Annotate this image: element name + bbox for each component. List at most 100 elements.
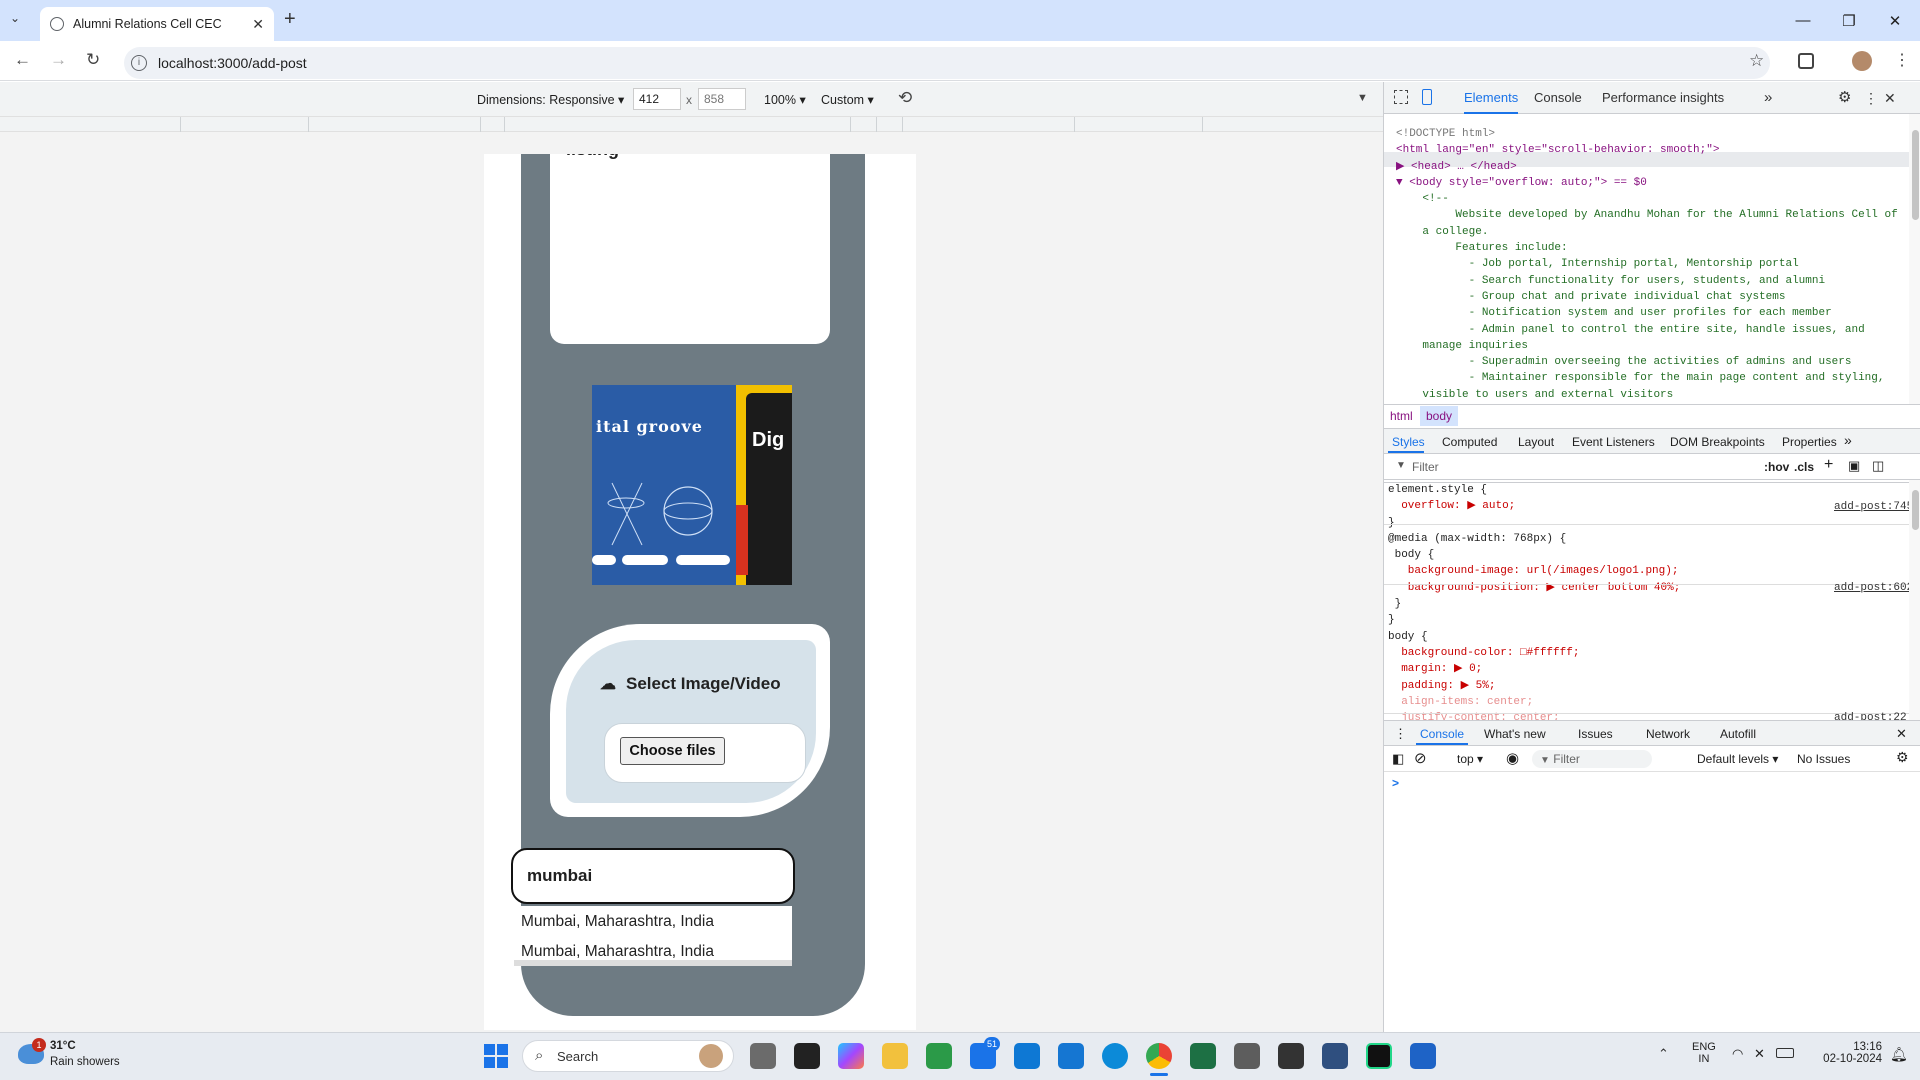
dom-line[interactable]: visible to users and external visitors xyxy=(1396,387,1898,403)
settings-gear-icon[interactable]: ⚙ xyxy=(1838,82,1851,114)
throttle-dropdown[interactable]: Custom ▾ xyxy=(821,92,874,107)
style-line[interactable]: overflow: ▶ auto; xyxy=(1388,498,1751,514)
more-tabs-icon[interactable]: » xyxy=(1764,82,1772,114)
drawer-menu-icon[interactable]: ⋮ xyxy=(1394,726,1407,742)
source-link[interactable]: add-post:22 xyxy=(1834,710,1907,720)
log-levels-dropdown[interactable]: Default levels ▾ xyxy=(1697,752,1778,766)
cls-toggle[interactable]: .cls xyxy=(1794,460,1814,474)
dom-line[interactable]: - Admin panel to control the entire site… xyxy=(1396,322,1898,338)
excel-icon[interactable] xyxy=(1190,1043,1216,1069)
minimize-icon[interactable]: — xyxy=(1780,0,1826,41)
tab-search-chevron-icon[interactable]: ⌄ xyxy=(10,11,20,25)
tab-styles[interactable]: Styles xyxy=(1392,435,1425,449)
clear-console-icon[interactable]: ⊘ xyxy=(1414,749,1427,767)
location-input[interactable]: mumbai xyxy=(511,848,795,904)
new-tab-icon[interactable]: + xyxy=(284,8,296,31)
style-line[interactable]: } xyxy=(1388,515,1751,531)
style-line[interactable]: body { xyxy=(1388,547,1751,563)
breadcrumb-body[interactable]: body xyxy=(1420,406,1459,426)
issues-counter[interactable]: No Issues xyxy=(1797,752,1850,766)
dom-line[interactable]: <!DOCTYPE html> xyxy=(1396,126,1898,142)
terminal-icon[interactable] xyxy=(794,1043,820,1069)
close-window-icon[interactable]: ✕ xyxy=(1872,0,1918,41)
drawer-tab-autofill[interactable]: Autofill xyxy=(1720,727,1756,741)
toggle-sidebar-icon[interactable]: ◫ xyxy=(1872,458,1884,474)
file-explorer-icon[interactable] xyxy=(882,1043,908,1069)
tab-performance-insights[interactable]: Performance insights xyxy=(1602,82,1724,114)
tab-event-listeners[interactable]: Event Listeners xyxy=(1572,435,1655,449)
dom-line[interactable]: - Notification system and user profiles … xyxy=(1396,305,1898,321)
style-line[interactable]: element.style { xyxy=(1388,482,1751,498)
dom-line[interactable]: Features include: xyxy=(1396,240,1898,256)
app-icon-dark[interactable] xyxy=(1278,1043,1304,1069)
volume-muted-icon[interactable]: ✕ xyxy=(1754,1046,1765,1062)
dom-line[interactable]: - Maintainer responsible for the main pa… xyxy=(1396,370,1898,386)
suggestion-item[interactable]: Mumbai, Maharashtra, India xyxy=(521,913,714,931)
source-link[interactable]: add-post:745 xyxy=(1834,499,1909,515)
drawer-tab-whats-new[interactable]: What's new xyxy=(1484,727,1546,741)
drawer-tab-console[interactable]: Console xyxy=(1420,727,1464,741)
style-line[interactable]: body { xyxy=(1388,629,1751,645)
device-options-icon[interactable]: ▼ xyxy=(1357,92,1368,104)
style-line[interactable]: background-position: ▶ center bottom 40%… xyxy=(1388,580,1751,596)
new-rule-icon[interactable]: + xyxy=(1824,456,1833,474)
drawer-tab-issues[interactable]: Issues xyxy=(1578,727,1613,741)
task-view-icon[interactable] xyxy=(750,1043,776,1069)
tab-properties[interactable]: Properties xyxy=(1782,435,1837,449)
more-panes-icon[interactable]: » xyxy=(1844,432,1852,448)
styles-scrollbar[interactable] xyxy=(1909,480,1920,720)
site-info-icon[interactable]: i xyxy=(131,55,147,71)
style-line[interactable]: margin: ▶ 0; xyxy=(1388,661,1751,677)
dom-line[interactable]: <html lang="en" style="scroll-behavior: … xyxy=(1396,142,1898,158)
computed-sidebar-icon[interactable]: ▣ xyxy=(1848,458,1860,474)
inspect-element-icon[interactable] xyxy=(1394,90,1408,104)
profile-avatar[interactable] xyxy=(1852,51,1872,71)
copilot-icon[interactable] xyxy=(838,1043,864,1069)
device-toggle-icon[interactable] xyxy=(1422,89,1432,105)
tab-dom-breakpoints[interactable]: DOM Breakpoints xyxy=(1670,435,1765,449)
clock[interactable]: 13:16 02-10-2024 xyxy=(1818,1041,1882,1065)
language-indicator[interactable]: ENG IN xyxy=(1692,1041,1716,1065)
dom-line[interactable]: <!-- xyxy=(1396,191,1898,207)
weather-desc[interactable]: Rain showers xyxy=(50,1056,120,1068)
taskbar-search-box[interactable]: ⌕ Search xyxy=(522,1040,734,1072)
tab-elements[interactable]: Elements xyxy=(1464,82,1519,114)
dom-line[interactable]: Website developed by Anandhu Mohan for t… xyxy=(1396,207,1897,223)
suggestion-item[interactable]: Mumbai, Maharashtra, India xyxy=(521,943,714,961)
choose-files-button[interactable]: Choose files xyxy=(620,737,725,765)
console-prompt[interactable]: > xyxy=(1392,776,1399,790)
address-bar[interactable]: localhost:3000/add-post xyxy=(124,47,1770,79)
style-line[interactable]: padding: ▶ 5%; xyxy=(1388,678,1751,694)
height-input[interactable]: 858 xyxy=(698,88,746,110)
chrome-menu-icon[interactable]: ⋮ xyxy=(1894,50,1910,70)
close-tab-icon[interactable]: ✕ xyxy=(252,16,264,33)
style-line[interactable]: @media (max-width: 768px) { xyxy=(1388,531,1751,547)
notepad-icon[interactable] xyxy=(1410,1043,1436,1069)
source-link[interactable]: add-post:602 xyxy=(1834,580,1909,596)
style-line[interactable]: } xyxy=(1388,596,1751,612)
breadcrumb-html[interactable]: html xyxy=(1390,409,1413,423)
close-drawer-icon[interactable]: ✕ xyxy=(1896,726,1907,742)
azure-data-studio-icon[interactable] xyxy=(1058,1043,1084,1069)
tab-console[interactable]: Console xyxy=(1534,82,1582,114)
vscode-icon[interactable] xyxy=(1014,1043,1040,1069)
dom-line[interactable]: a college. xyxy=(1396,224,1898,240)
back-icon[interactable]: ← xyxy=(14,50,31,70)
style-line[interactable]: background-color: □#ffffff; xyxy=(1388,645,1751,661)
tray-chevron-icon[interactable]: ⌃ xyxy=(1658,1046,1669,1062)
dom-line[interactable]: manage inquiries xyxy=(1396,338,1898,354)
width-input[interactable]: 412 xyxy=(633,88,681,110)
style-line[interactable]: align-items: center; xyxy=(1388,694,1751,710)
dom-line[interactable]: - Job portal, Internship portal, Mentors… xyxy=(1396,256,1898,272)
bookmark-star-icon[interactable]: ☆ xyxy=(1749,51,1764,71)
close-devtools-icon[interactable]: ✕ xyxy=(1884,82,1896,114)
console-sidebar-icon[interactable]: ◧ xyxy=(1392,751,1404,767)
browser-tab[interactable]: Alumni Relations Cell CEC ✕ xyxy=(40,7,274,41)
styles-filter-input[interactable]: Filter xyxy=(1412,460,1439,474)
chrome-icon[interactable] xyxy=(1146,1043,1172,1069)
console-settings-icon[interactable]: ⚙ xyxy=(1896,749,1909,766)
forward-icon[interactable]: → xyxy=(50,50,67,70)
style-line[interactable]: background-image: url(/images/logo1.png)… xyxy=(1388,563,1751,579)
start-windows-icon[interactable] xyxy=(484,1044,508,1068)
dom-scrollbar[interactable] xyxy=(1909,114,1920,404)
